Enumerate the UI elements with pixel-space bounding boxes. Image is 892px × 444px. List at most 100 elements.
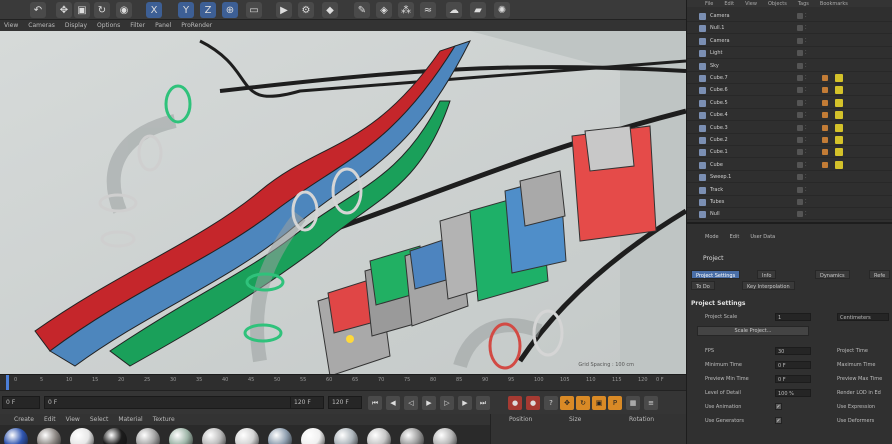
phong-tag-icon[interactable] bbox=[822, 87, 828, 94]
timeline-menu-icon[interactable]: ≡ bbox=[644, 396, 658, 410]
record-icon[interactable]: ● bbox=[508, 396, 522, 410]
material-swatch[interactable] bbox=[334, 428, 358, 444]
material-swatch[interactable] bbox=[202, 428, 226, 444]
material-tag-icon[interactable] bbox=[835, 136, 843, 144]
object-row[interactable]: Cube.3 ⁚ bbox=[687, 123, 892, 134]
object-row[interactable]: Track ⁚ bbox=[687, 185, 892, 196]
array-icon[interactable]: ⁂ bbox=[398, 2, 414, 18]
object-row[interactable]: Null.1 ⁚ bbox=[687, 23, 892, 35]
material-swatch[interactable] bbox=[169, 428, 193, 444]
tab-project-settings[interactable]: Project Settings bbox=[691, 270, 741, 279]
phong-tag-icon[interactable] bbox=[822, 124, 828, 131]
tab-referencing[interactable]: Refe bbox=[869, 270, 891, 279]
object-row[interactable]: Light ⁚ bbox=[687, 48, 892, 60]
visibility-toggle-icon[interactable] bbox=[797, 13, 803, 19]
material-menu-item[interactable]: Material bbox=[118, 416, 142, 423]
object-menu-item[interactable]: Objects bbox=[768, 1, 787, 7]
visibility-toggle-icon[interactable] bbox=[797, 211, 803, 218]
object-row[interactable]: Cube.5 ⁚ bbox=[687, 98, 892, 109]
render-dots-icon[interactable]: ⁚ bbox=[805, 162, 807, 168]
attribute-value[interactable]: 0 F bbox=[775, 361, 811, 369]
material-swatch[interactable] bbox=[400, 428, 424, 444]
material-tag-icon[interactable] bbox=[835, 148, 843, 157]
key-pla-icon[interactable]: ▦ bbox=[626, 396, 640, 410]
scene-icon[interactable]: ☁ bbox=[446, 2, 462, 18]
material-tag-icon[interactable] bbox=[835, 123, 843, 132]
viewport-menu-item[interactable]: Filter bbox=[130, 22, 145, 29]
object-row[interactable]: Camera ⁚ bbox=[687, 11, 892, 22]
phong-tag-icon[interactable] bbox=[822, 75, 828, 81]
material-swatch[interactable] bbox=[70, 428, 94, 444]
material-swatch[interactable] bbox=[136, 428, 160, 444]
render-dots-icon[interactable]: ⁚ bbox=[805, 25, 807, 31]
material-swatch[interactable] bbox=[367, 428, 391, 444]
y-axis-icon[interactable]: Y bbox=[178, 2, 194, 18]
live-select-icon[interactable]: ◉ bbox=[116, 2, 132, 18]
phong-tag-icon[interactable] bbox=[822, 161, 828, 168]
x-axis-icon[interactable]: X bbox=[146, 2, 162, 18]
material-menu-item[interactable]: Texture bbox=[153, 416, 175, 423]
render-dots-icon[interactable]: ⁚ bbox=[805, 50, 807, 56]
object-row[interactable]: Cube.2 ⁚ bbox=[687, 135, 892, 146]
material-tag-icon[interactable] bbox=[835, 74, 843, 82]
next-key-icon[interactable]: ▶ bbox=[458, 396, 472, 410]
visibility-toggle-icon[interactable] bbox=[797, 62, 803, 69]
visibility-toggle-icon[interactable] bbox=[797, 186, 803, 193]
material-menu-item[interactable]: View bbox=[66, 416, 80, 423]
visibility-toggle-icon[interactable] bbox=[797, 99, 803, 106]
goto-start-icon[interactable]: ⏮ bbox=[368, 396, 382, 410]
object-menu-item[interactable]: View bbox=[745, 1, 757, 7]
scale-icon[interactable]: ▣ bbox=[74, 2, 90, 18]
object-row[interactable]: Cube.4 ⁚ bbox=[687, 110, 892, 122]
visibility-toggle-icon[interactable] bbox=[797, 112, 803, 119]
object-menu-item[interactable]: File bbox=[705, 1, 713, 7]
material-swatch[interactable] bbox=[268, 428, 292, 444]
material-menu-item[interactable]: Select bbox=[90, 416, 109, 423]
current-frame-slider[interactable]: 0 F bbox=[44, 396, 304, 409]
phong-tag-icon[interactable] bbox=[822, 112, 828, 119]
render-dots-icon[interactable]: ⁚ bbox=[805, 199, 807, 205]
attribute-value[interactable]: 0 F bbox=[775, 375, 811, 383]
render-dots-icon[interactable]: ⁚ bbox=[805, 100, 807, 106]
material-swatch[interactable] bbox=[235, 428, 259, 444]
render-dots-icon[interactable]: ⁚ bbox=[805, 75, 807, 81]
phong-tag-icon[interactable] bbox=[822, 99, 828, 106]
material-menu-item[interactable]: Create bbox=[14, 416, 34, 423]
material-swatch[interactable] bbox=[103, 428, 127, 444]
material-tag-icon[interactable] bbox=[835, 98, 843, 107]
phong-tag-icon[interactable] bbox=[822, 149, 828, 156]
material-tag-icon[interactable] bbox=[835, 86, 843, 95]
max-frame-field[interactable]: 120 F bbox=[328, 396, 362, 409]
viewport-menu-item[interactable]: Display bbox=[65, 22, 87, 29]
material-tag-icon[interactable] bbox=[835, 111, 843, 120]
subdivide-icon[interactable]: ◈ bbox=[376, 2, 392, 18]
object-menu-item[interactable]: Bookmarks bbox=[820, 1, 848, 7]
visibility-toggle-icon[interactable] bbox=[797, 199, 803, 205]
scale-project-button[interactable]: Scale Project... bbox=[697, 326, 809, 336]
object-row[interactable]: Sweep.1 ⁚ bbox=[687, 172, 892, 184]
object-row[interactable]: Null ⁚ bbox=[687, 209, 892, 221]
object-row[interactable]: Cube.1 ⁚ bbox=[687, 147, 892, 159]
visibility-toggle-icon[interactable] bbox=[797, 137, 803, 143]
key-position-icon[interactable]: ✥ bbox=[560, 396, 574, 410]
render-dots-icon[interactable]: ⁚ bbox=[805, 149, 807, 155]
next-frame-icon[interactable]: ▷ bbox=[440, 396, 454, 410]
visibility-toggle-icon[interactable] bbox=[797, 174, 803, 181]
material-tag-icon[interactable] bbox=[835, 160, 843, 169]
playhead[interactable] bbox=[6, 375, 9, 391]
visibility-toggle-icon[interactable] bbox=[797, 161, 803, 168]
timeline-ruler[interactable]: 0 5 10 15 20 25 30 35 40 45 50 55 60 65 70 75 80 85 90 95 10… bbox=[0, 374, 686, 391]
attribute-value[interactable]: 30 bbox=[775, 347, 811, 355]
keyframe-selection-icon[interactable]: ? bbox=[544, 396, 558, 410]
start-frame-field[interactable]: 0 F bbox=[2, 396, 40, 409]
render-dots-icon[interactable]: ⁚ bbox=[805, 125, 807, 131]
viewport-menu-item[interactable]: Cameras bbox=[28, 22, 55, 29]
prev-key-icon[interactable]: ◀ bbox=[386, 396, 400, 410]
tab-key-interpolation[interactable]: Key Interpolation bbox=[742, 281, 795, 290]
render-dots-icon[interactable]: ⁚ bbox=[805, 137, 807, 143]
render-dots-icon[interactable]: ⁚ bbox=[805, 187, 807, 193]
tab-todo[interactable]: To Do bbox=[691, 281, 715, 290]
key-param-icon[interactable]: P bbox=[608, 396, 622, 410]
undo-icon[interactable]: ↶ bbox=[30, 2, 46, 18]
viewport-menu-item[interactable]: Options bbox=[97, 22, 120, 29]
